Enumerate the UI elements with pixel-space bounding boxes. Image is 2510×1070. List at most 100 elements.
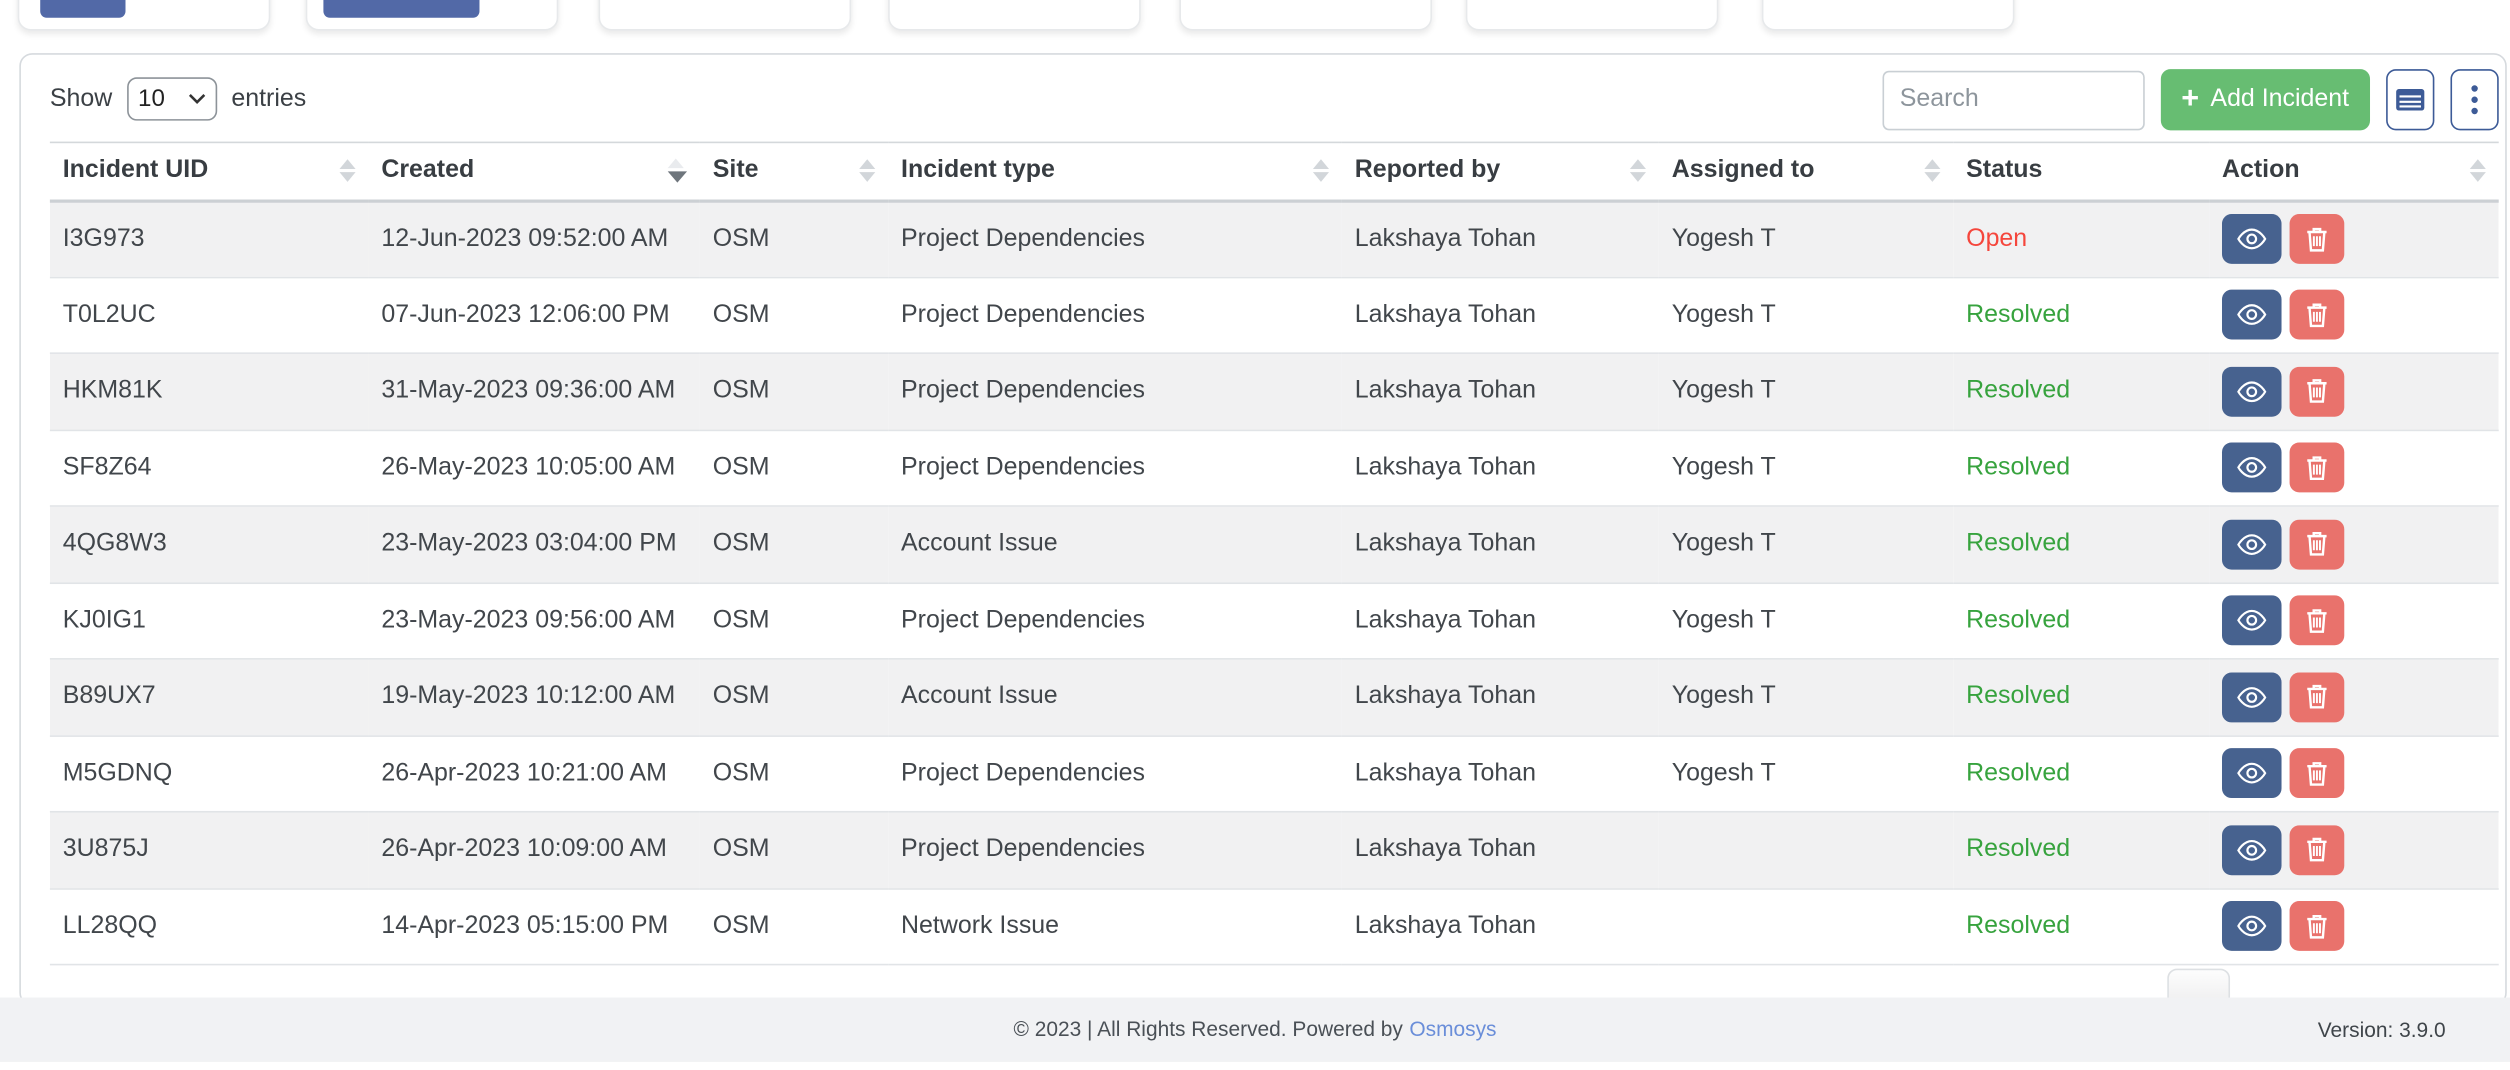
delete-incident-button[interactable] (2290, 596, 2345, 646)
cell-status: Resolved (1953, 430, 2209, 506)
cell-site: OSM (700, 353, 888, 429)
cell-status: Resolved (1953, 735, 2209, 811)
col-header-incident-uid[interactable]: Incident UID (50, 142, 369, 200)
delete-incident-button[interactable] (2290, 901, 2345, 951)
col-header-status[interactable]: Status (1953, 142, 2209, 200)
view-incident-button[interactable] (2222, 596, 2282, 646)
view-incident-button[interactable] (2222, 366, 2282, 416)
view-incident-button[interactable] (2222, 214, 2282, 264)
cell-incident-type: Project Dependencies (888, 812, 1342, 888)
cell-incident-uid: HKM81K (50, 353, 369, 429)
cell-reported-by: Lakshaya Tohan (1342, 888, 1659, 964)
summary-card[interactable] (18, 0, 271, 31)
entries-label: entries (231, 84, 306, 113)
cell-status: Resolved (1953, 812, 2209, 888)
osmosys-link[interactable]: Osmosys (1409, 1017, 1496, 1041)
cell-assigned-to: Yogesh T (1659, 430, 1953, 506)
incidents-panel: Show 10 entries + Add Incident (19, 53, 2506, 1006)
eye-icon (2236, 914, 2267, 938)
cell-incident-type: Project Dependencies (888, 735, 1342, 811)
summary-card[interactable] (1762, 0, 2015, 31)
cell-action (2209, 430, 2499, 506)
more-options-button[interactable] (2450, 69, 2498, 130)
cell-created: 23-May-2023 03:04:00 PM (368, 506, 699, 582)
cell-action (2209, 200, 2499, 276)
column-visibility-button[interactable] (2386, 69, 2434, 130)
cell-site: OSM (700, 812, 888, 888)
view-incident-button[interactable] (2222, 519, 2282, 569)
cell-reported-by: Lakshaya Tohan (1342, 659, 1659, 735)
delete-incident-button[interactable] (2290, 672, 2345, 722)
col-header-action[interactable]: Action (2209, 142, 2499, 200)
toolbar-actions: + Add Incident (1882, 69, 2499, 130)
summary-card[interactable] (888, 0, 1141, 31)
add-incident-button[interactable]: + Add Incident (2160, 69, 2370, 130)
cell-site: OSM (700, 430, 888, 506)
delete-incident-button[interactable] (2290, 214, 2345, 264)
cell-reported-by: Lakshaya Tohan (1342, 506, 1659, 582)
cell-reported-by: Lakshaya Tohan (1342, 353, 1659, 429)
eye-icon (2236, 532, 2267, 556)
search-input[interactable] (1882, 70, 2144, 130)
trash-icon (2306, 608, 2329, 634)
view-incident-button[interactable] (2222, 290, 2282, 340)
summary-card[interactable] (1466, 0, 1719, 31)
delete-incident-button[interactable] (2290, 366, 2345, 416)
cell-created: 07-Jun-2023 12:06:00 PM (368, 277, 699, 353)
cell-site: OSM (700, 888, 888, 964)
col-header-reported-by[interactable]: Reported by (1342, 142, 1659, 200)
incident-row: 4QG8W323-May-2023 03:04:00 PMOSMAccount … (50, 506, 2499, 582)
incident-row: I3G97312-Jun-2023 09:52:00 AMOSMProject … (50, 200, 2499, 276)
view-incident-button[interactable] (2222, 672, 2282, 722)
page-length-select[interactable]: 10 (127, 77, 217, 120)
page-length-value: 10 (138, 85, 188, 112)
delete-incident-button[interactable] (2290, 519, 2345, 569)
cell-status: Resolved (1953, 277, 2209, 353)
cell-incident-type: Account Issue (888, 506, 1342, 582)
incident-row: HKM81K31-May-2023 09:36:00 AMOSMProject … (50, 353, 2499, 429)
plus-icon: + (2181, 83, 2199, 114)
cell-incident-uid: KJ0IG1 (50, 582, 369, 658)
table-icon (2394, 84, 2426, 116)
cell-created: 23-May-2023 09:56:00 AM (368, 582, 699, 658)
trash-icon (2306, 379, 2329, 405)
cell-site: OSM (700, 277, 888, 353)
summary-card[interactable] (306, 0, 559, 31)
col-header-incident-type[interactable]: Incident type (888, 142, 1342, 200)
sort-icon (2470, 160, 2486, 183)
cell-created: 12-Jun-2023 09:52:00 AM (368, 200, 699, 276)
cell-incident-type: Project Dependencies (888, 200, 1342, 276)
cell-incident-type: Network Issue (888, 888, 1342, 964)
view-incident-button[interactable] (2222, 749, 2282, 799)
cell-created: 14-Apr-2023 05:15:00 PM (368, 888, 699, 964)
cell-created: 19-May-2023 10:12:00 AM (368, 659, 699, 735)
header-row: Incident UID Created Site Incident type … (50, 142, 2499, 200)
cell-created: 26-Apr-2023 10:09:00 AM (368, 812, 699, 888)
sort-icon (339, 160, 355, 183)
delete-incident-button[interactable] (2290, 443, 2345, 493)
trash-icon (2306, 684, 2329, 710)
cell-site: OSM (700, 735, 888, 811)
cell-status: Resolved (1953, 582, 2209, 658)
cell-reported-by: Lakshaya Tohan (1342, 200, 1659, 276)
cell-site: OSM (700, 659, 888, 735)
cell-incident-uid: LL28QQ (50, 888, 369, 964)
summary-card[interactable] (599, 0, 852, 31)
table-body: I3G97312-Jun-2023 09:52:00 AMOSMProject … (50, 200, 2499, 964)
col-header-created[interactable]: Created (368, 142, 699, 200)
cell-status: Open (1953, 200, 2209, 276)
sort-icon (1924, 160, 1940, 183)
col-header-site[interactable]: Site (700, 142, 888, 200)
delete-incident-button[interactable] (2290, 290, 2345, 340)
col-header-assigned-to[interactable]: Assigned to (1659, 142, 1953, 200)
cell-created: 26-Apr-2023 10:21:00 AM (368, 735, 699, 811)
trash-icon (2306, 226, 2329, 252)
view-incident-button[interactable] (2222, 901, 2282, 951)
delete-incident-button[interactable] (2290, 749, 2345, 799)
cell-incident-uid: M5GDNQ (50, 735, 369, 811)
view-incident-button[interactable] (2222, 443, 2282, 493)
delete-incident-button[interactable] (2290, 825, 2345, 875)
cell-assigned-to (1659, 888, 1953, 964)
summary-card[interactable] (1179, 0, 1432, 31)
view-incident-button[interactable] (2222, 825, 2282, 875)
